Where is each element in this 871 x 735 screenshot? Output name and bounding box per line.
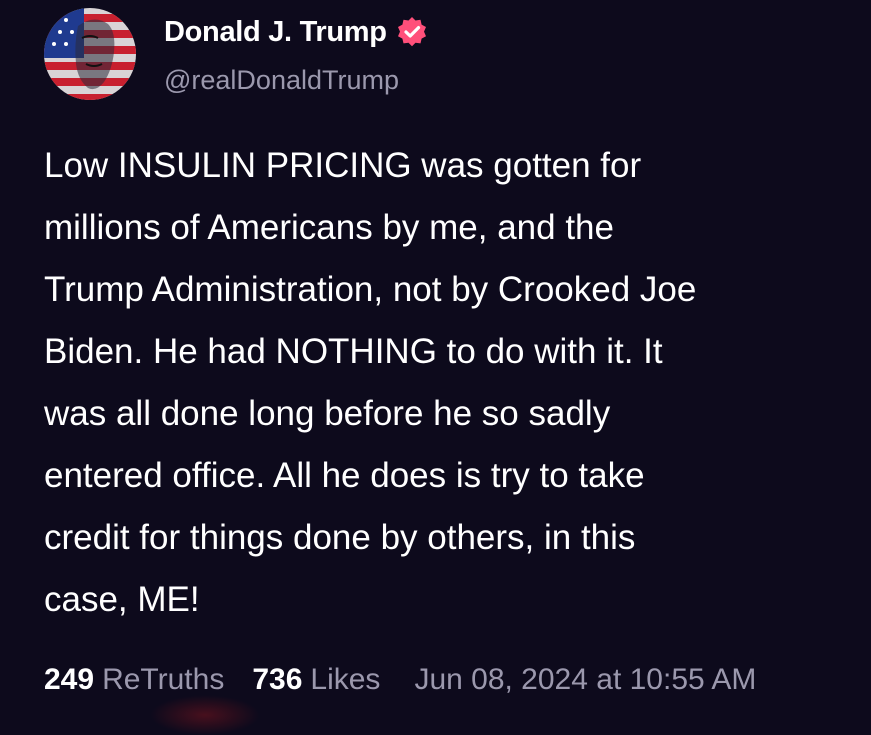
- verified-badge-icon: [395, 15, 429, 49]
- author-name[interactable]: Donald J. Trump: [164, 14, 429, 50]
- post-timestamp[interactable]: Jun 08, 2024 at 10:55 AM: [414, 660, 756, 700]
- author-handle[interactable]: @realDonaldTrump: [164, 62, 399, 98]
- post-body-line: was all done long before he so sadly: [44, 394, 611, 433]
- post-body-line: entered office. All he does is try to ta…: [44, 456, 645, 495]
- post-body-line: millions of Americans by me, and the: [44, 208, 614, 247]
- retruths-count: 249: [44, 663, 95, 696]
- likes-stat[interactable]: 736 Likes: [252, 660, 380, 700]
- retruths-stat[interactable]: 249 ReTruths: [44, 660, 224, 700]
- likes-count: 736: [252, 663, 303, 696]
- bottom-glow: [150, 695, 260, 735]
- post-body-line: case, ME!: [44, 580, 200, 619]
- post-body-line: Low INSULIN PRICING was gotten for: [44, 146, 642, 185]
- post-body-line: Trump Administration, not by Crooked Joe: [44, 270, 697, 309]
- retruths-label: ReTruths: [102, 663, 225, 696]
- post-body-line: Biden. He had NOTHING to do with it. It: [44, 332, 663, 371]
- post-body: Low INSULIN PRICING was gotten for milli…: [44, 135, 844, 631]
- likes-label: Likes: [310, 663, 381, 696]
- post-card: Donald J. Trump @realDonaldTrump Low INS…: [0, 0, 871, 735]
- author-avatar[interactable]: [44, 8, 136, 100]
- author-name-text: Donald J. Trump: [164, 16, 387, 48]
- avatar-image: [44, 8, 136, 100]
- post-stats: 249 ReTruths 736 Likes Jun 08, 2024 at 1…: [44, 660, 756, 700]
- post-body-line: credit for things done by others, in thi…: [44, 518, 636, 557]
